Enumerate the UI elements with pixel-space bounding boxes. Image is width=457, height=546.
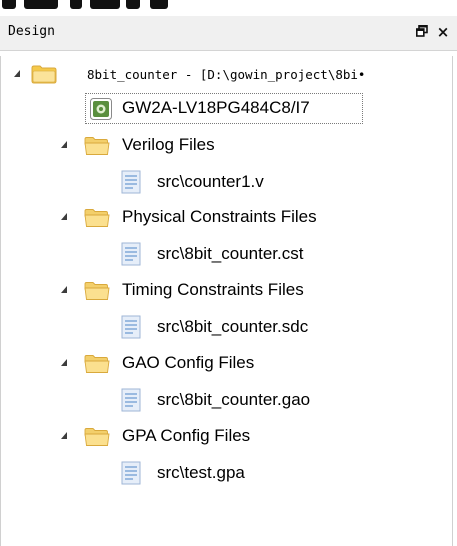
tree-file-item[interactable]: src\8bit_counter.gao — [1, 383, 452, 417]
folder-icon — [84, 282, 110, 300]
tree-item-device[interactable]: GW2A-LV18PG484C8/I7 — [1, 92, 452, 126]
folder-icon — [84, 355, 110, 373]
tree-group-gao-config-files[interactable]: GAO Config Files — [1, 347, 452, 381]
tree-group-physical-constraints-files[interactable]: Physical Constraints Files — [1, 201, 452, 235]
document-file-icon — [121, 388, 141, 412]
device-label: GW2A-LV18PG484C8/I7 — [122, 98, 310, 117]
expander-icon[interactable] — [14, 70, 20, 77]
file-label: src\8bit_counter.cst — [157, 244, 304, 263]
project-folder-icon — [31, 65, 57, 84]
device-chip-icon — [90, 98, 112, 120]
group-label: GAO Config Files — [122, 353, 255, 372]
close-icon[interactable]: × — [434, 22, 452, 42]
cropped-top-strip — [0, 0, 457, 16]
expander-icon[interactable] — [61, 432, 67, 439]
folder-icon — [84, 209, 110, 227]
tree-file-item[interactable]: src\counter1.v — [1, 165, 452, 199]
tree-item-project[interactable]: 8bit_counter - [D:\gowin_project\8bi• — [1, 58, 452, 92]
tree-file-item[interactable]: src\test.gpa — [1, 456, 452, 490]
file-label: src\test.gpa — [157, 463, 245, 482]
folder-icon — [84, 428, 110, 446]
tree-group-verilog-files[interactable]: Verilog Files — [1, 129, 452, 163]
group-label: Verilog Files — [122, 135, 215, 154]
expander-icon[interactable] — [61, 286, 67, 293]
group-label: Physical Constraints Files — [122, 207, 317, 226]
expander-icon[interactable] — [61, 213, 67, 220]
expander-icon[interactable] — [61, 141, 67, 148]
tree-group-gpa-config-files[interactable]: GPA Config Files — [1, 420, 452, 454]
tree-file-item[interactable]: src\8bit_counter.cst — [1, 237, 452, 271]
design-panel: Design × 8bit_counter - [D:\gowin_projec… — [0, 16, 457, 546]
tree-group-timing-constraints-files[interactable]: Timing Constraints Files — [1, 274, 452, 308]
document-file-icon — [121, 170, 141, 194]
tree-file-item[interactable]: src\8bit_counter.sdc — [1, 310, 452, 344]
float-window-icon[interactable] — [413, 22, 431, 42]
panel-title: Design — [8, 24, 55, 39]
expander-icon[interactable] — [61, 359, 67, 366]
folder-icon — [84, 137, 110, 155]
file-label: src\counter1.v — [157, 172, 264, 191]
project-label: 8bit_counter - [D:\gowin_project\8bi• — [87, 67, 366, 82]
design-tree: 8bit_counter - [D:\gowin_project\8bi• GW… — [0, 56, 453, 546]
file-label: src\8bit_counter.sdc — [157, 317, 309, 336]
document-file-icon — [121, 242, 141, 266]
panel-titlebar: Design × — [0, 16, 457, 51]
file-label: src\8bit_counter.gao — [157, 390, 311, 409]
group-label: Timing Constraints Files — [122, 280, 304, 299]
document-file-icon — [121, 315, 141, 339]
document-file-icon — [121, 461, 141, 485]
group-label: GPA Config Files — [122, 426, 251, 445]
